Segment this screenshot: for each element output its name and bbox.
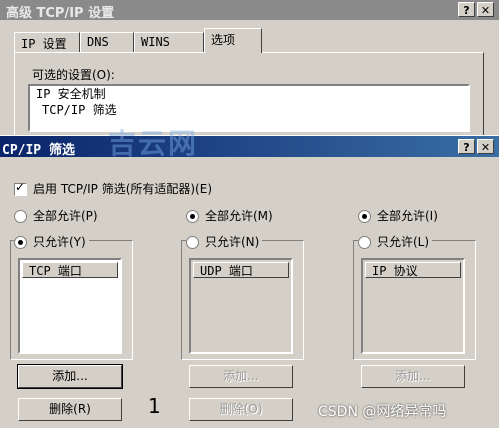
udp-allow-all-radio[interactable]: 全部允许(M): [186, 207, 273, 224]
list-item[interactable]: IP 安全机制: [30, 86, 468, 102]
radio-selected-icon: [14, 236, 27, 249]
optional-settings-label: 可选的设置(O):: [32, 68, 115, 82]
ip-allow-all-label: 全部允许(I): [377, 209, 438, 223]
radio-selected-icon: [358, 210, 371, 223]
ip-add-button[interactable]: 添加...: [361, 365, 465, 388]
dialog-title-bar: CP/IP 筛选 吉云网 ? ✕: [0, 127, 499, 160]
back-window-title: 高级 TCP/IP 设置: [6, 6, 115, 21]
help-button[interactable]: ?: [458, 139, 475, 154]
back-title-bar: 高级 TCP/IP 设置 ? ✕: [0, 0, 499, 21]
radio-icon: [186, 236, 199, 249]
advanced-tcpip-window: 高级 TCP/IP 设置 ? ✕ IP 设置 DNS WINS 选项 可选的设置…: [0, 0, 499, 162]
enable-filter-label: 启用 TCP/IP 筛选(所有适配器)(E): [33, 182, 212, 196]
tab-wins[interactable]: WINS: [134, 32, 204, 52]
ip-allow-all-radio[interactable]: 全部允许(I): [358, 207, 438, 224]
radio-icon: [14, 210, 27, 223]
list-item-selected[interactable]: TCP/IP 筛选: [36, 102, 123, 118]
enable-filter-checkbox[interactable]: 启用 TCP/IP 筛选(所有适配器)(E): [14, 180, 212, 197]
ip-allow-only-label: 只允许(L): [377, 235, 430, 249]
tcp-remove-button[interactable]: 删除(R): [18, 398, 122, 421]
tcpip-filter-dialog: CP/IP 筛选 吉云网 ? ✕ 启用 TCP/IP 筛选(所有适配器)(E) …: [0, 127, 499, 428]
ip-allow-only-radio[interactable]: 只允许(L): [358, 233, 433, 250]
tcp-allow-all-label: 全部允许(P): [33, 209, 98, 223]
optional-settings-list[interactable]: IP 安全机制 TCP/IP 筛选: [28, 84, 470, 132]
udp-add-button[interactable]: 添加...: [189, 365, 293, 388]
back-close-button[interactable]: ✕: [477, 2, 494, 17]
close-button[interactable]: ✕: [477, 139, 494, 154]
tcp-port-header[interactable]: TCP 端口: [22, 262, 118, 278]
tcp-add-button[interactable]: 添加...: [17, 364, 123, 389]
annotation-number: 1: [148, 394, 161, 418]
ip-protocol-list[interactable]: IP 协议: [361, 258, 465, 354]
back-help-button[interactable]: ?: [458, 2, 475, 17]
udp-port-list[interactable]: UDP 端口: [189, 258, 293, 354]
tab-ip-settings[interactable]: IP 设置: [14, 32, 80, 52]
tcp-allow-all-radio[interactable]: 全部允许(P): [14, 207, 98, 224]
tab-dns[interactable]: DNS: [80, 32, 134, 52]
check-icon: [14, 180, 27, 196]
udp-port-header[interactable]: UDP 端口: [193, 262, 289, 278]
dialog-title: CP/IP 筛选: [2, 143, 75, 158]
radio-selected-icon: [186, 210, 199, 223]
tcp-allow-only-radio[interactable]: 只允许(Y): [14, 233, 89, 250]
tab-options[interactable]: 选项: [204, 28, 262, 53]
csdn-watermark: CSDN @网络异常吗: [318, 404, 447, 420]
radio-icon: [358, 236, 371, 249]
udp-allow-only-radio[interactable]: 只允许(N): [186, 233, 263, 250]
udp-remove-button[interactable]: 删除(O): [189, 398, 293, 421]
site-watermark: 吉云网: [108, 127, 199, 160]
ip-protocol-header[interactable]: IP 协议: [365, 262, 461, 278]
udp-allow-all-label: 全部允许(M): [205, 209, 273, 223]
udp-allow-only-label: 只允许(N): [205, 235, 260, 249]
tcp-allow-only-label: 只允许(Y): [33, 235, 86, 249]
tcp-port-list[interactable]: TCP 端口: [18, 258, 122, 354]
